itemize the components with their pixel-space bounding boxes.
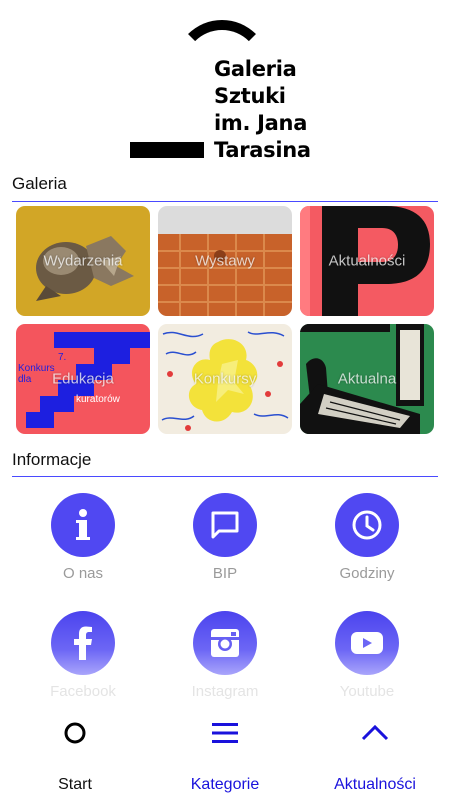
logo-line-2: Sztuki xyxy=(214,84,286,108)
tile-wystawy[interactable]: Wystawy xyxy=(158,206,292,316)
tile-label: Aktualna xyxy=(337,370,397,388)
bottom-navigation: Start Kategorie Aktualności xyxy=(0,700,450,800)
home-circle-icon xyxy=(64,722,86,744)
poster-text-line: kuratorów xyxy=(76,394,120,405)
chat-icon xyxy=(211,511,239,539)
info-icon xyxy=(76,509,90,540)
facebook-icon xyxy=(74,626,92,660)
info-facebook[interactable]: Facebook xyxy=(23,611,143,700)
section-divider-info xyxy=(12,476,438,477)
logo-line-4: Tarasina xyxy=(214,138,311,162)
tile-wydarzenia[interactable]: Wydarzenia xyxy=(16,206,150,316)
info-bip-label: BIP xyxy=(212,565,238,582)
tile-label: Aktualności xyxy=(328,252,406,270)
nav-kategorie-label: Kategorie xyxy=(190,776,260,793)
tile-label: Wydarzenia xyxy=(43,252,123,270)
info-youtube[interactable]: Youtube xyxy=(307,611,427,700)
tile-aktualnosci[interactable]: Aktualności xyxy=(300,206,434,316)
chevron-up-icon xyxy=(361,724,389,741)
logo-bar xyxy=(130,142,204,158)
gallery-logo: Galeria Sztuki im. Jana Tarasina xyxy=(0,0,450,168)
tile-aktualna[interactable]: Aktualna xyxy=(300,324,434,434)
logo-text: Galeria Sztuki im. Jana Tarasina xyxy=(214,56,311,164)
nav-start[interactable]: Start xyxy=(0,700,150,800)
info-circle xyxy=(335,611,399,675)
info-circle xyxy=(51,493,115,557)
section-title-info: Informacje xyxy=(12,450,92,469)
info-youtube-label: Youtube xyxy=(339,683,395,700)
info-instagram[interactable]: Instagram xyxy=(165,611,285,700)
info-o-nas[interactable]: O nas xyxy=(23,493,143,582)
instagram-icon xyxy=(211,629,239,657)
section-title-gallery: Galeria xyxy=(12,174,67,193)
info-circle xyxy=(193,493,257,557)
menu-icon xyxy=(212,723,238,743)
info-bip[interactable]: BIP xyxy=(165,493,285,582)
tile-label: Konkursy xyxy=(193,370,257,388)
tile-edukacja[interactable]: 7. Konkurs dla kuratorów Edukacja xyxy=(16,324,150,434)
info-circle xyxy=(193,611,257,675)
nav-kategorie[interactable]: Kategorie xyxy=(150,700,300,800)
tile-konkursy[interactable]: Konkursy xyxy=(158,324,292,434)
tile-label: Edukacja xyxy=(52,370,114,388)
logo-line-1: Galeria xyxy=(214,57,297,81)
logo-line-3: im. Jana xyxy=(214,111,308,135)
clock-icon xyxy=(352,510,382,540)
tile-label: Wystawy xyxy=(195,252,255,270)
info-instagram-label: Instagram xyxy=(191,683,259,700)
section-divider-gallery xyxy=(12,201,438,202)
nav-start-label: Start xyxy=(58,776,92,793)
youtube-icon xyxy=(351,632,383,654)
info-circle xyxy=(51,611,115,675)
nav-aktualnosci-label: Aktualności xyxy=(334,776,416,793)
nav-aktualnosci[interactable]: Aktualności xyxy=(300,700,450,800)
info-facebook-label: Facebook xyxy=(50,683,116,700)
info-godziny-label: Godziny xyxy=(339,565,395,582)
poster-text-line: 7. xyxy=(58,352,67,363)
info-circle xyxy=(335,493,399,557)
info-o-nas-label: O nas xyxy=(62,565,104,582)
info-godziny[interactable]: Godziny xyxy=(307,493,427,582)
